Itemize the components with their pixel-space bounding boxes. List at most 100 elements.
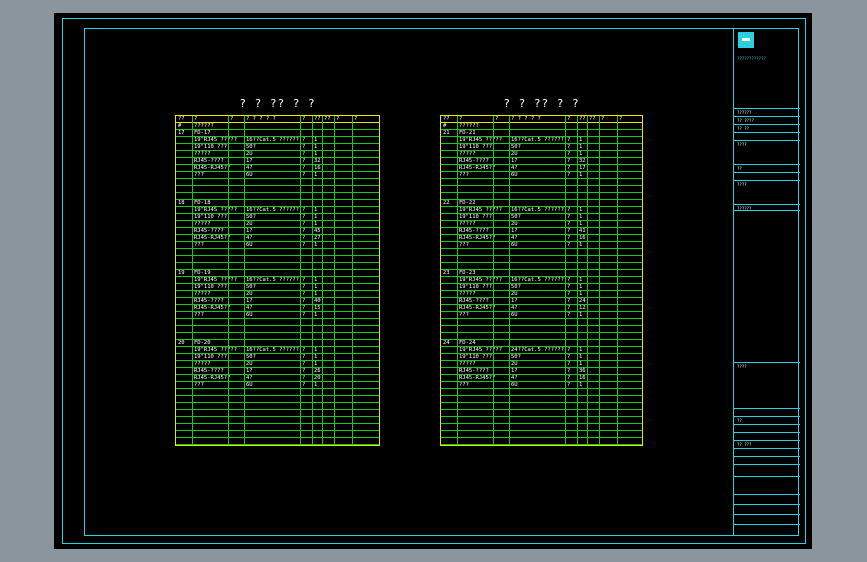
item-unit: ? <box>302 151 306 157</box>
item-unit: ? <box>302 361 306 367</box>
item-spec: 6U <box>511 172 518 178</box>
title-block-divider <box>734 440 800 441</box>
title-block-divider <box>734 504 800 505</box>
item-name: RJ45-???? <box>194 298 224 304</box>
table-row: ????? 2U? 1 <box>441 291 642 298</box>
group-name: FD-19 <box>194 270 211 276</box>
group-name: FD-24 <box>459 340 476 346</box>
empty-row <box>441 431 642 438</box>
item-unit: ? <box>302 165 306 171</box>
item-quantity: 1 <box>314 137 318 143</box>
item-spec: 16??Cat.5 ?????? <box>511 277 564 283</box>
item-unit: ? <box>567 382 571 388</box>
empty-row <box>176 186 379 193</box>
item-quantity: 1 <box>579 137 583 143</box>
empty-row <box>176 256 379 263</box>
item-name: ????? <box>194 151 211 157</box>
column-divider <box>587 116 588 445</box>
title-block-text: ?? <box>737 418 742 423</box>
item-spec: 50? <box>246 354 256 360</box>
group-header-row: 17 FD-17 <box>176 130 379 137</box>
group-header-row: 20 FD-20 <box>176 340 379 347</box>
item-unit: ? <box>567 347 571 353</box>
item-spec: 2U <box>511 361 518 367</box>
item-quantity: 1 <box>579 347 583 353</box>
item-name: RJ45-???? <box>194 228 224 234</box>
header-cell: ?? <box>314 116 321 122</box>
title-block-divider <box>734 116 800 117</box>
item-name: RJ45-RJ45?? <box>194 165 231 171</box>
empty-row <box>176 326 379 333</box>
item-unit: ? <box>567 354 571 360</box>
column-divider <box>228 116 229 445</box>
item-unit: ? <box>302 312 306 318</box>
header-cell: ? <box>619 116 623 122</box>
header-cell: ? <box>567 116 571 122</box>
item-name: 19"RJ45 ????? <box>459 347 503 353</box>
item-name: ??? <box>194 172 204 178</box>
item-unit: ? <box>567 144 571 150</box>
table-row: RJ45-RJ45?? 4?? 16 <box>441 375 642 382</box>
row-marker: # <box>443 123 447 129</box>
group-number: 17 <box>178 130 185 136</box>
item-unit: ? <box>567 277 571 283</box>
table-row: RJ45-RJ45?? 4?? 16 <box>441 235 642 242</box>
item-spec: 50? <box>511 144 521 150</box>
item-spec: 1? <box>246 228 253 234</box>
title-block-divider <box>734 140 800 141</box>
item-name: RJ45-RJ45?? <box>194 305 231 311</box>
empty-row <box>441 424 642 431</box>
table-row: ??? 6U? 1 <box>441 242 642 249</box>
item-name: ????? <box>459 151 476 157</box>
item-spec: 4? <box>511 165 518 171</box>
item-quantity: 12 <box>579 305 586 311</box>
item-unit: ? <box>567 298 571 304</box>
table-row: RJ45-RJ45?? 4?? 20 <box>176 375 379 382</box>
group-header-row: 19 FD-19 <box>176 270 379 277</box>
item-spec: 1? <box>246 158 253 164</box>
group-header-row: 21 FD-21 <box>441 130 642 137</box>
table-row: 19"110 ??? 50?? 1 <box>441 354 642 361</box>
item-quantity: 1 <box>579 214 583 220</box>
table-row: 19"RJ45 ????? 24??Cat.5 ??????? 1 <box>441 347 642 354</box>
item-quantity: 1 <box>579 144 583 150</box>
item-quantity: 20 <box>314 375 321 381</box>
table-row: #?????? <box>176 123 379 130</box>
item-spec: 1? <box>511 298 518 304</box>
item-spec: 2U <box>511 291 518 297</box>
header-cell: ?? <box>178 116 185 122</box>
table-row: ??? 6U? 1 <box>441 382 642 389</box>
item-unit: ? <box>302 291 306 297</box>
empty-row <box>176 403 379 410</box>
title-block-divider <box>734 456 800 457</box>
item-name: ????? <box>459 221 476 227</box>
item-name: 19"RJ45 ????? <box>194 277 238 283</box>
group-number: 23 <box>443 270 450 276</box>
table-row: RJ45-RJ45?? 4?? 16 <box>176 165 379 172</box>
table-header-row: ???? ? ? ? ? ???????? <box>441 116 642 123</box>
table-row: 19"110 ??? 50?? 1 <box>176 354 379 361</box>
item-name: ??? <box>459 242 469 248</box>
table-row: ????? 2U? 1 <box>441 221 642 228</box>
item-name: RJ45-RJ45?? <box>194 375 231 381</box>
item-spec: 16??Cat.5 ?????? <box>511 137 564 143</box>
table-row: RJ45-RJ45?? 4?? 17 <box>441 165 642 172</box>
empty-row <box>441 186 642 193</box>
item-quantity: 1 <box>314 277 318 283</box>
item-name: 19"RJ45 ????? <box>459 137 503 143</box>
title-block: ???????????? ???????? ?????? ???????????… <box>733 28 800 536</box>
group-header-row: 22 FD-22 <box>441 200 642 207</box>
group-number: 18 <box>178 200 185 206</box>
item-spec: 16??Cat.5 ?????? <box>246 347 299 353</box>
item-quantity: 32 <box>579 158 586 164</box>
group-name: FD-23 <box>459 270 476 276</box>
empty-row <box>176 193 379 200</box>
title-block-divider <box>734 204 800 205</box>
title-block-divider <box>734 124 800 125</box>
empty-row <box>441 319 642 326</box>
title-block-divider <box>734 408 800 409</box>
item-spec: 6U <box>511 382 518 388</box>
item-name: 19"RJ45 ????? <box>194 347 238 353</box>
item-quantity: 1 <box>314 347 318 353</box>
title-block-divider <box>734 108 800 109</box>
